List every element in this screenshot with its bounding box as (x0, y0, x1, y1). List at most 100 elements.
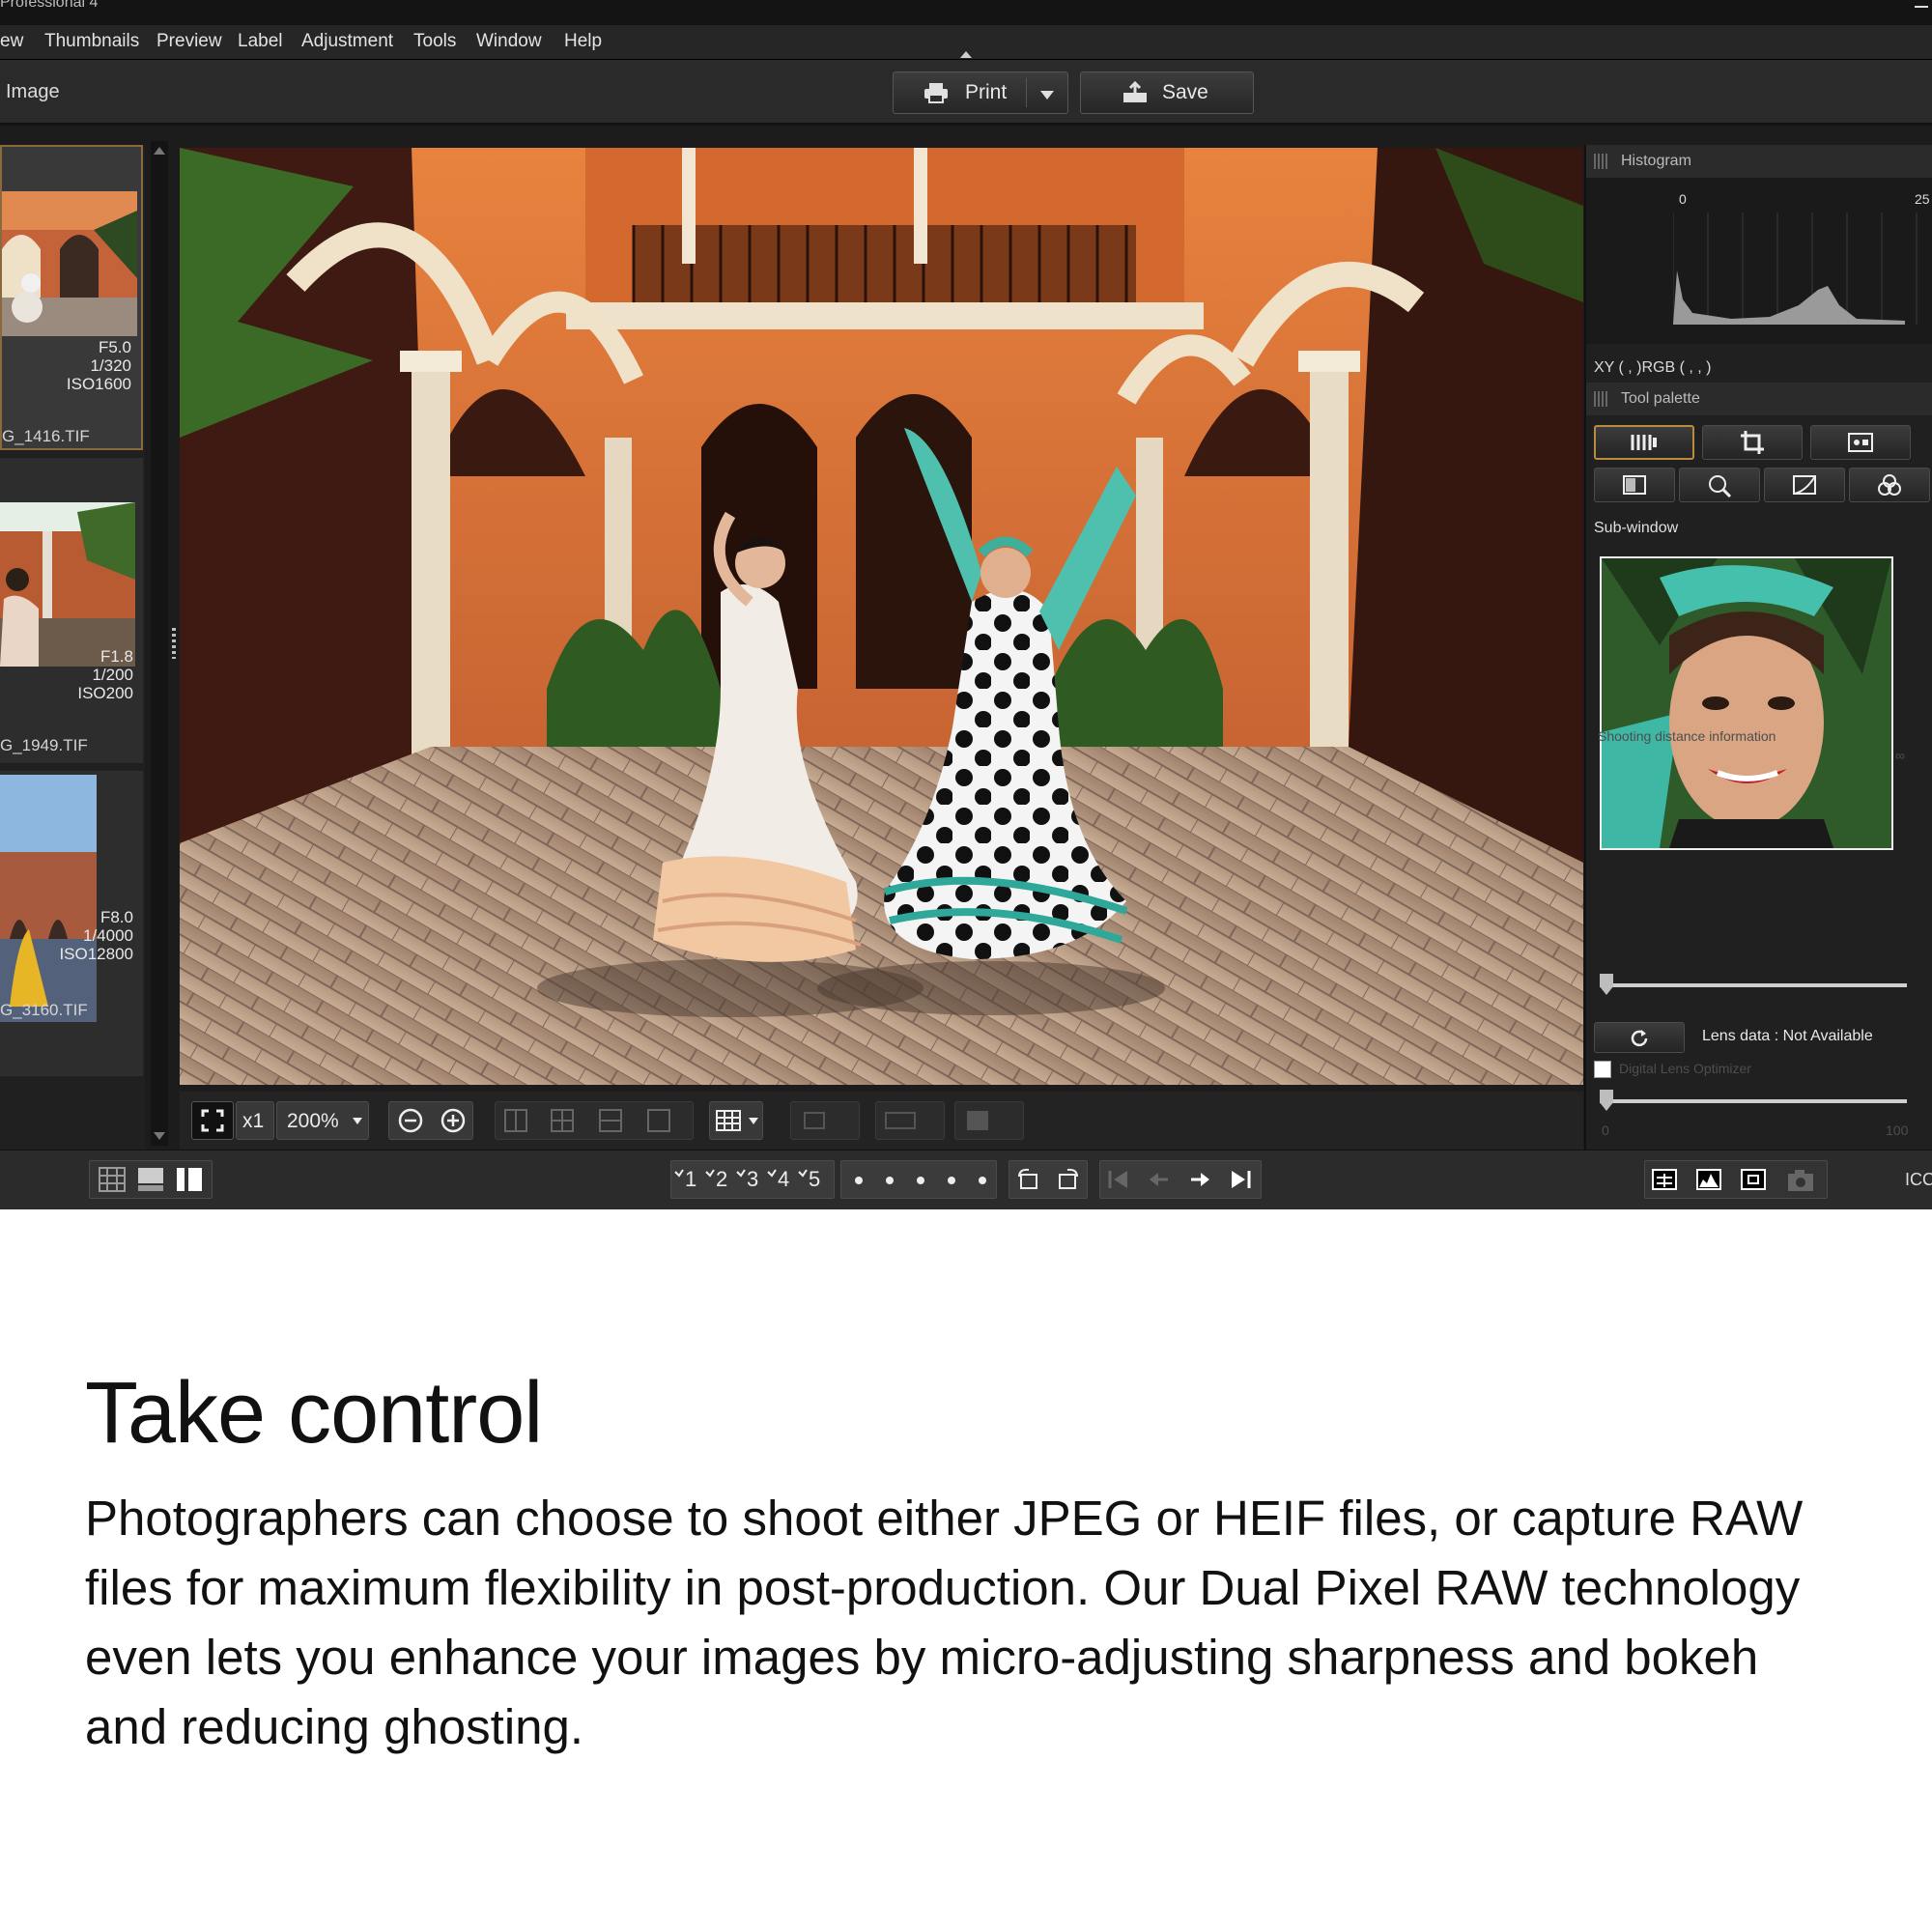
lens-data-refresh-button[interactable] (1594, 1022, 1685, 1053)
thumbnail-shutter: 1/4000 (83, 926, 133, 945)
thumbnail-filename: G_1416.TIF (2, 427, 90, 445)
rotate-left-icon[interactable] (1015, 1167, 1040, 1192)
page-body-text: Photographers can choose to shoot either… (85, 1491, 1804, 1754)
dlo-label: Digital Lens Optimizer (1619, 1061, 1751, 1076)
shooting-distance-slider[interactable] (1600, 983, 1907, 987)
info-display-icon[interactable] (1651, 1166, 1680, 1193)
grid-icon (716, 1110, 741, 1131)
navigation-buttons (1099, 1160, 1262, 1199)
highlight-warning-button[interactable] (875, 1101, 945, 1140)
info-icon (967, 1111, 988, 1130)
title-bar: Professional 4 (0, 0, 1932, 25)
next-image-icon[interactable] (1187, 1169, 1212, 1190)
sub-window-preview[interactable] (1600, 556, 1893, 850)
image-viewer[interactable] (180, 148, 1583, 1085)
scroll-down-icon[interactable] (154, 1132, 165, 1140)
histogram-max: 25 (1915, 191, 1930, 207)
lens-correction-tab[interactable] (1679, 468, 1760, 502)
zoom-in-icon[interactable] (440, 1107, 467, 1134)
dust-delete-tab[interactable] (1810, 425, 1911, 460)
shooting-distance-handle[interactable] (1600, 974, 1613, 995)
dlo-checkbox[interactable] (1594, 1061, 1611, 1078)
color-adjust-tab[interactable] (1849, 468, 1930, 502)
thumbnail-aperture: F5.0 (98, 338, 131, 356)
drag-grip-icon[interactable] (1594, 154, 1609, 169)
rotate-buttons (1009, 1160, 1088, 1199)
scroll-up-icon[interactable] (154, 147, 165, 155)
compare-layout-icon (504, 1109, 670, 1132)
rating-5[interactable]: 5 (809, 1167, 820, 1192)
menu-preview[interactable]: Preview (156, 31, 222, 52)
last-image-icon[interactable] (1228, 1169, 1253, 1190)
rating-3[interactable]: 3 (747, 1167, 758, 1192)
grid-overlay-button[interactable] (709, 1101, 763, 1140)
rating-buttons[interactable]: 1 2 3 4 5 (670, 1160, 835, 1199)
collapse-toolbar-icon[interactable] (960, 51, 972, 58)
app-window: Professional 4 ew Thumbnails Preview Lab… (0, 0, 1932, 1209)
basic-adjust-tab[interactable] (1594, 425, 1694, 460)
af-point-button[interactable] (790, 1101, 860, 1140)
grid-dropdown-icon (749, 1118, 758, 1124)
zoom-level-select[interactable]: 200% (276, 1101, 369, 1140)
rating-2[interactable]: 2 (716, 1167, 727, 1192)
zoom-out-icon[interactable] (397, 1107, 424, 1134)
histogram: 0 25 (1586, 178, 1932, 344)
menu-thumbnails[interactable]: Thumbnails (44, 31, 139, 52)
tool-palette-header[interactable]: Tool palette (1586, 383, 1932, 415)
thumbnail-item[interactable]: F5.0 1/320 ISO1600 G_1416.TIF (0, 145, 143, 450)
dlo-slider[interactable] (1600, 1099, 1907, 1103)
thumbnail-aperture: F8.0 (99, 908, 133, 926)
thumbnail-item[interactable]: F1.8 1/200 ISO200 G_1949.TIF (0, 458, 143, 763)
thumbnail-item[interactable]: F8.0 1/4000 ISO12800 G_3160.TIF (0, 771, 143, 1076)
first-image-icon[interactable] (1106, 1169, 1131, 1190)
thumbnail-scrollbar[interactable] (151, 141, 168, 1146)
lens-data-status: Lens data : Not Available (1702, 1028, 1873, 1044)
refresh-icon (1631, 1030, 1648, 1047)
rating-4[interactable]: 4 (778, 1167, 789, 1192)
previous-image-icon[interactable] (1147, 1169, 1172, 1190)
minimize-button[interactable] (1915, 6, 1928, 8)
rating-1[interactable]: 1 (685, 1167, 696, 1192)
thumbnail-grid-icon[interactable] (98, 1166, 127, 1193)
adjust-sliders-icon (1631, 435, 1657, 450)
dlo-min: 0 (1602, 1122, 1609, 1138)
af-frame-display-icon[interactable] (1740, 1166, 1769, 1193)
thumbnail-image (2, 191, 137, 336)
menu-tools[interactable]: Tools (413, 31, 456, 52)
fit-screen-button[interactable] (191, 1101, 234, 1140)
picture-style-tab[interactable] (1594, 468, 1675, 502)
thumbnail-iso: ISO200 (77, 684, 133, 702)
histogram-header[interactable]: Histogram (1586, 145, 1932, 178)
info-overlay-button[interactable] (954, 1101, 1024, 1140)
menu-view[interactable]: ew (0, 31, 23, 52)
camera-icon[interactable] (1786, 1166, 1815, 1193)
zoom-x1-button[interactable]: x1 (236, 1101, 274, 1140)
compare-view-buttons[interactable] (495, 1101, 694, 1140)
status-bar: 1 2 3 4 5 ICC (0, 1150, 1932, 1209)
preview-mode-icon[interactable] (136, 1166, 165, 1193)
page-heading: Take control (85, 1365, 543, 1462)
print-dropdown-icon[interactable] (1040, 91, 1054, 99)
pane-resize-handle[interactable] (172, 628, 176, 659)
print-button[interactable]: Print (893, 71, 1068, 114)
menu-window[interactable]: Window (476, 31, 542, 52)
menu-label[interactable]: Label (238, 31, 283, 52)
histogram-display-icon[interactable] (1695, 1166, 1724, 1193)
crop-icon (1741, 431, 1764, 454)
menu-help[interactable]: Help (564, 31, 602, 52)
tone-curve-icon (1793, 475, 1816, 495)
star-rating-dots[interactable] (840, 1160, 997, 1199)
sub-window-image (1602, 558, 1891, 848)
dust-delete-icon (1848, 433, 1873, 452)
tone-curve-tab[interactable] (1764, 468, 1845, 502)
multi-layout-icon[interactable] (175, 1166, 204, 1193)
main-toolbar: Image Print Save (0, 60, 1932, 126)
rotate-right-icon[interactable] (1056, 1167, 1081, 1192)
view-mode-buttons (89, 1160, 213, 1199)
tool-palette-title: Tool palette (1621, 390, 1700, 407)
menu-adjustment[interactable]: Adjustment (301, 31, 393, 52)
dlo-slider-handle[interactable] (1600, 1090, 1613, 1111)
crop-tab[interactable] (1702, 425, 1803, 460)
save-button[interactable]: Save (1080, 71, 1254, 114)
drag-grip-icon[interactable] (1594, 391, 1609, 407)
